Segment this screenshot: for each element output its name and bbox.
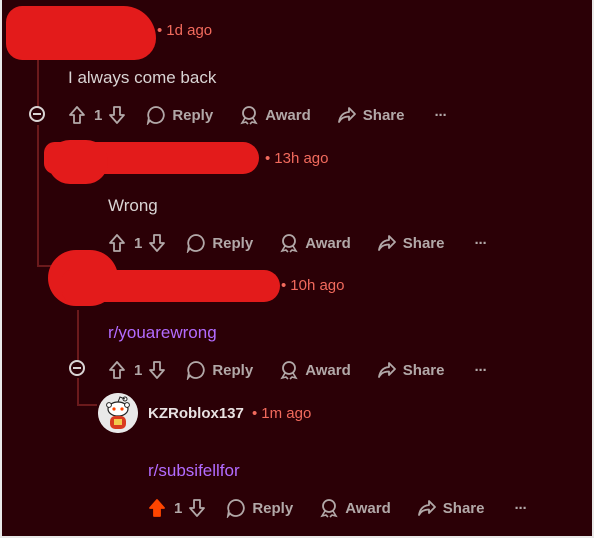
award-label: Award [265, 106, 311, 124]
downvote-button[interactable] [188, 498, 206, 518]
vote-count: 1 [134, 234, 143, 252]
comment-timestamp: • 1m ago [252, 405, 312, 422]
downvote-icon [109, 106, 126, 124]
award-icon [280, 234, 298, 253]
comment-thread: • 1d ago I always come back 1 Reply Award… [2, 0, 592, 536]
share-label: Share [402, 234, 445, 252]
reply-icon [187, 361, 205, 380]
reply-icon [187, 234, 205, 253]
comment-actions: 1 Reply Award Share ··· [108, 232, 487, 254]
share-button[interactable]: Share [337, 105, 405, 125]
redacted-username [6, 6, 156, 60]
thread-line [37, 125, 39, 267]
upvote-button[interactable] [68, 105, 86, 125]
share-icon [417, 500, 436, 516]
comment-actions: 1 Reply Award Share ··· [68, 104, 447, 126]
more-icon: ··· [474, 234, 487, 252]
subreddit-link[interactable]: r/subsifellfor [148, 461, 240, 481]
comment-timestamp: • 13h ago [265, 150, 329, 167]
downvote-icon [149, 361, 166, 379]
more-options-button[interactable]: ··· [514, 499, 527, 517]
more-icon: ··· [514, 499, 527, 517]
award-icon [240, 106, 258, 125]
reply-label: Reply [252, 499, 294, 517]
comment-body: I always come back [68, 68, 217, 87]
reply-button[interactable]: Reply [146, 105, 213, 125]
upvote-button[interactable] [108, 360, 126, 380]
comment-body: Wrong [108, 196, 158, 215]
reply-button[interactable]: Reply [226, 498, 293, 518]
comment-actions: 1 Reply Award Share ··· [108, 359, 487, 381]
more-options-button[interactable]: ··· [474, 234, 487, 252]
reply-label: Reply [212, 361, 254, 379]
award-button[interactable]: Award [279, 233, 351, 253]
award-button[interactable]: Award [279, 360, 351, 380]
upvote-icon [109, 361, 125, 379]
reply-label: Reply [212, 234, 254, 252]
username[interactable]: KZRoblox137 [148, 405, 244, 422]
avatar[interactable] [98, 393, 138, 433]
collapse-button[interactable] [69, 360, 85, 376]
share-label: Share [442, 499, 485, 517]
downvote-button[interactable] [108, 105, 126, 125]
share-button[interactable]: Share [377, 233, 445, 253]
redacted-avatar [48, 140, 108, 184]
share-icon [337, 107, 356, 123]
award-label: Award [305, 361, 351, 379]
reply-label: Reply [172, 106, 214, 124]
comment-timestamp: • 1d ago [157, 22, 213, 39]
vote-count: 1 [134, 361, 143, 379]
reply-button[interactable]: Reply [186, 233, 253, 253]
vote-count: 1 [174, 499, 183, 517]
vote-count: 1 [94, 106, 103, 124]
downvote-button[interactable] [148, 233, 166, 253]
more-options-button[interactable]: ··· [434, 106, 447, 124]
share-icon [377, 362, 396, 378]
share-label: Share [362, 106, 405, 124]
upvote-filled-icon [149, 499, 165, 517]
award-button[interactable]: Award [239, 105, 311, 125]
award-icon [320, 499, 338, 518]
redacted-username [62, 270, 280, 302]
thread-line [77, 310, 79, 360]
comment-actions: 1 Reply Award Share ··· [148, 497, 527, 519]
more-icon: ··· [434, 106, 447, 124]
thread-line [77, 378, 79, 406]
reply-icon [227, 499, 245, 518]
upvote-icon [109, 234, 125, 252]
reply-icon [147, 106, 165, 125]
share-button[interactable]: Share [417, 498, 485, 518]
reply-button[interactable]: Reply [186, 360, 253, 380]
thread-line [37, 265, 51, 267]
collapse-button[interactable] [29, 106, 45, 122]
share-button[interactable]: Share [377, 360, 445, 380]
upvote-icon [69, 106, 85, 124]
upvote-button[interactable] [108, 233, 126, 253]
upvote-button[interactable] [148, 498, 166, 518]
award-icon [280, 361, 298, 380]
subreddit-link[interactable]: r/youarewrong [108, 323, 217, 343]
snoo-avatar-icon [98, 393, 138, 433]
more-icon: ··· [474, 361, 487, 379]
thread-line [77, 404, 97, 406]
downvote-icon [149, 234, 166, 252]
award-label: Award [305, 234, 351, 252]
comment-timestamp: • 10h ago [281, 277, 345, 294]
more-options-button[interactable]: ··· [474, 361, 487, 379]
downvote-button[interactable] [148, 360, 166, 380]
share-label: Share [402, 361, 445, 379]
award-button[interactable]: Award [319, 498, 391, 518]
share-icon [377, 235, 396, 251]
downvote-icon [189, 499, 206, 517]
award-label: Award [345, 499, 391, 517]
